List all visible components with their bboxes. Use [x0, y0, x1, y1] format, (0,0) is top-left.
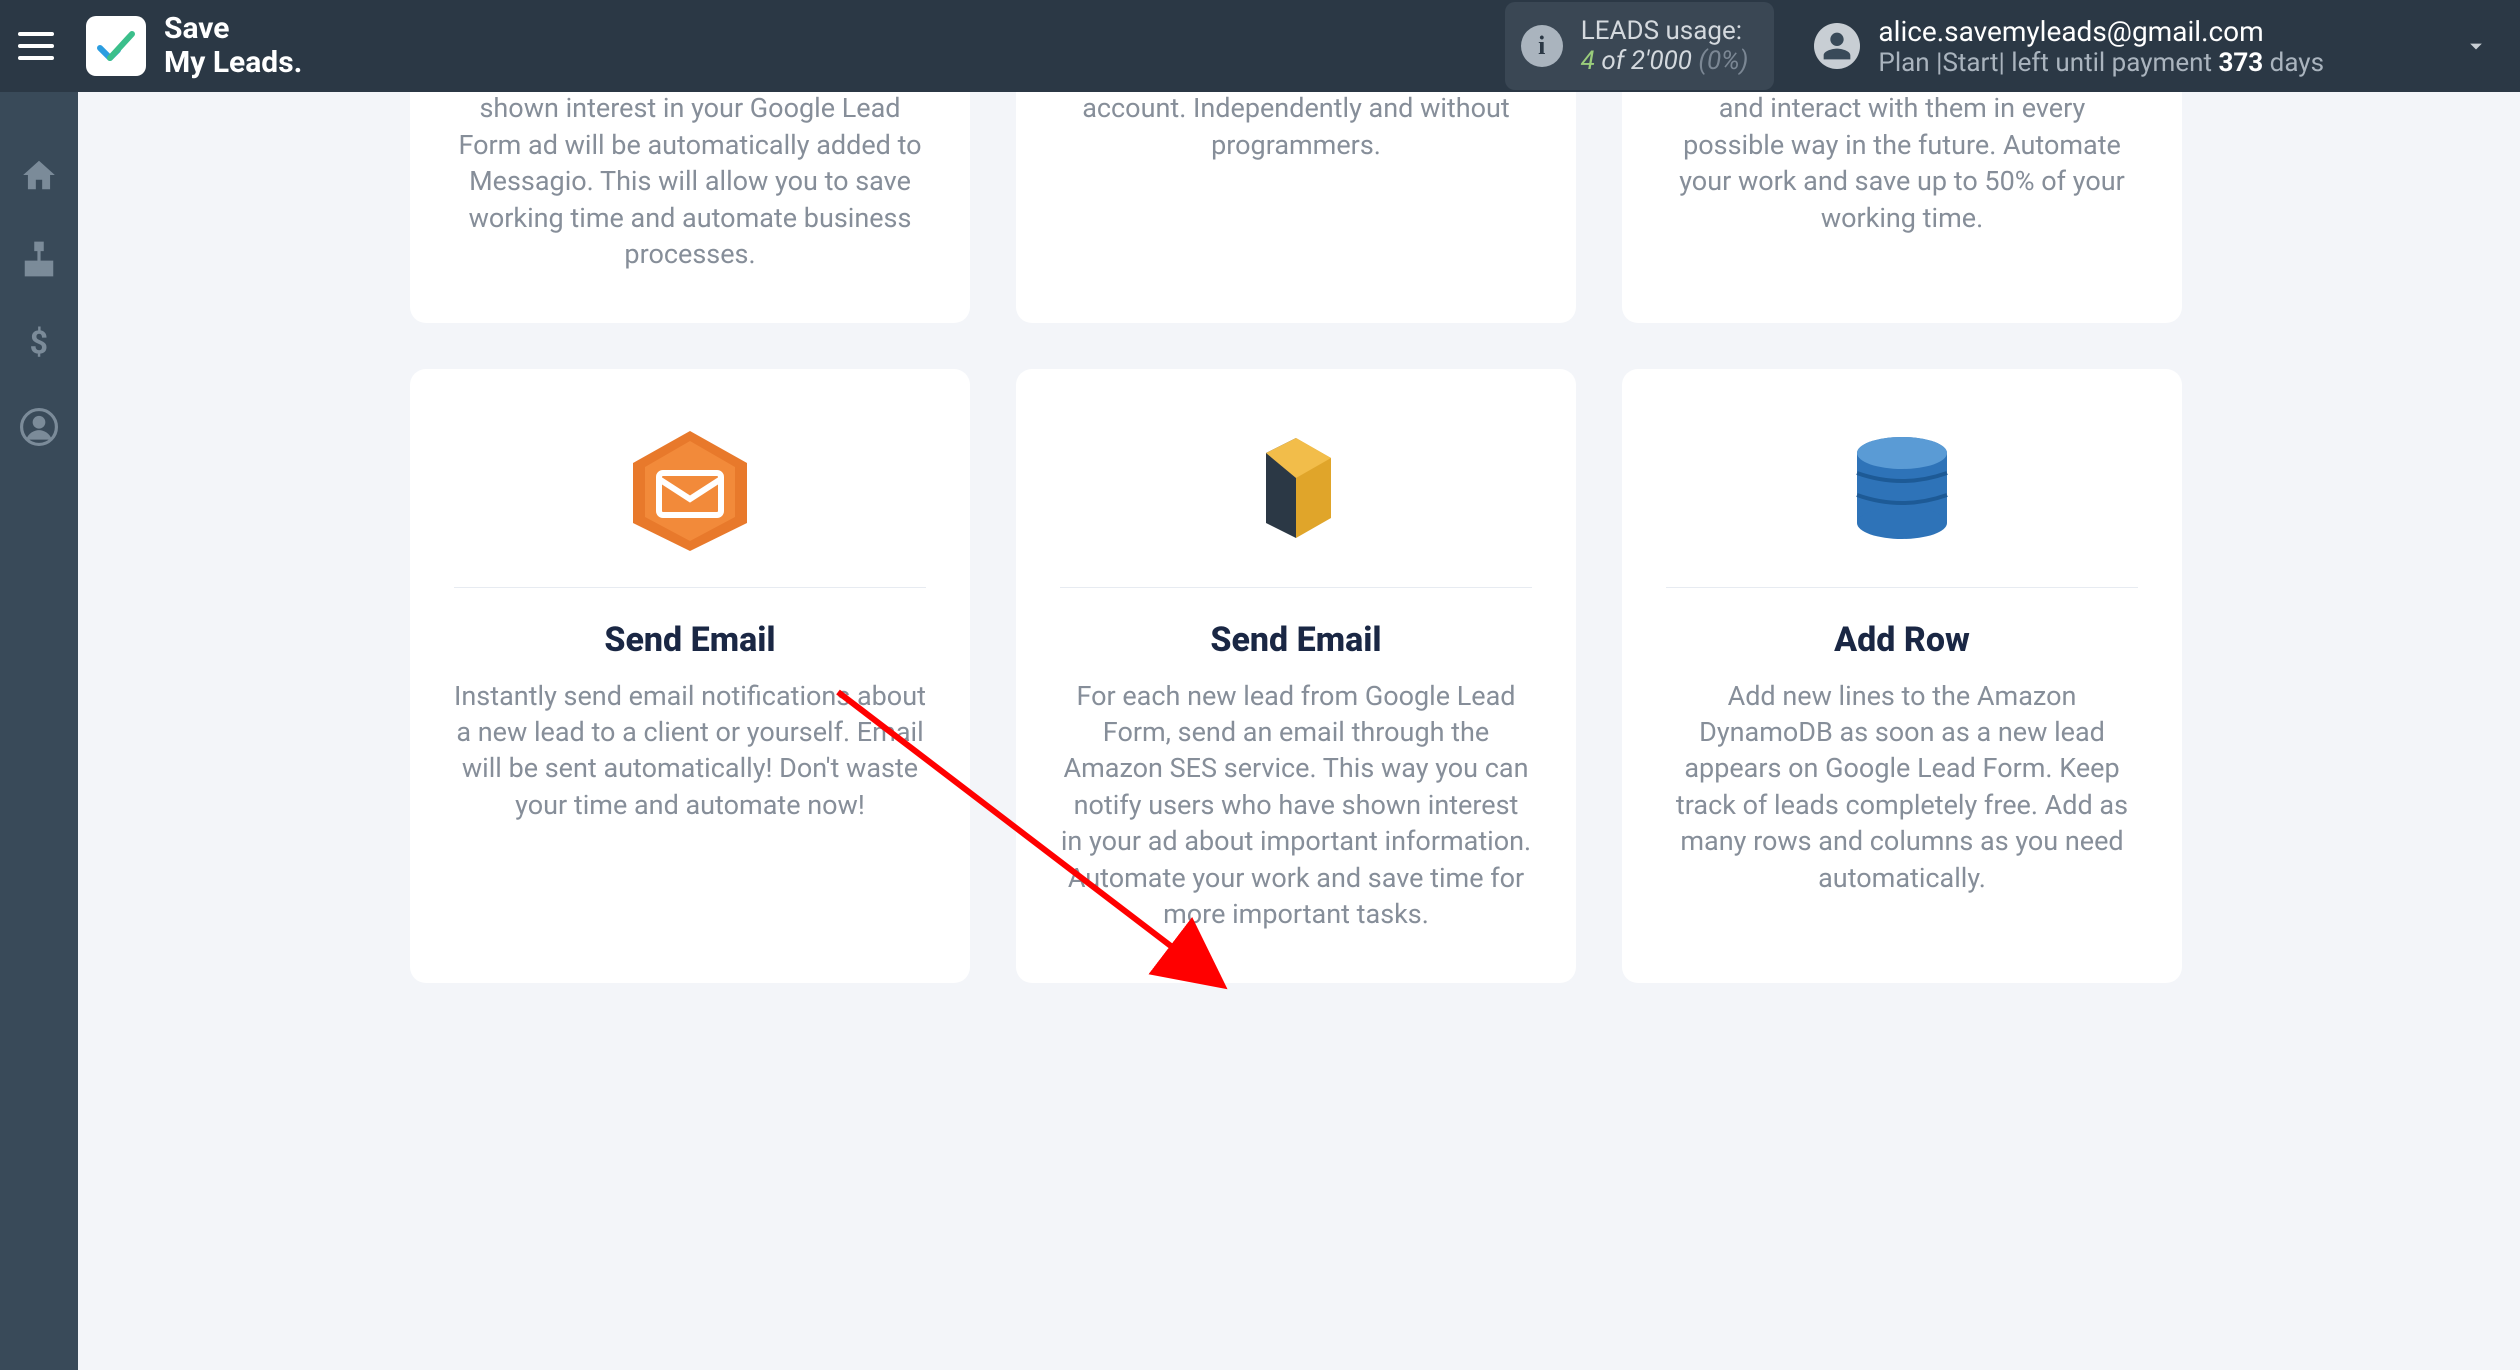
- topbar: Save My Leads. i LEADS usage: 4 of 2'000…: [0, 0, 2520, 92]
- sitemap-icon: [20, 240, 58, 278]
- nav-account[interactable]: [18, 406, 60, 448]
- svg-text:$: $: [30, 324, 48, 362]
- amazon-ses-icon: [1231, 413, 1361, 563]
- info-icon: i: [1521, 25, 1563, 67]
- user-text: alice.savemyleads@gmail.com Plan |Start|…: [1878, 15, 2324, 78]
- card-desc: You can create separate tasks in Simla f…: [1666, 92, 2138, 236]
- card-desc: Add new lines to the Amazon DynamoDB as …: [1666, 678, 2138, 897]
- main-content: Messaggio Add Contacts Create contacts i…: [78, 92, 2520, 1370]
- card-desc: Now you can instantly create new orders …: [1060, 92, 1532, 163]
- user-plan: Plan |Start| left until payment 373 days: [1878, 48, 2324, 78]
- check-icon: [96, 26, 136, 66]
- nav-home[interactable]: [18, 154, 60, 196]
- card-desc: Create contacts in Messagio based on new…: [454, 92, 926, 273]
- card-desc: Instantly send email notifications about…: [454, 678, 926, 824]
- leads-value: 4 of 2'000 (0%): [1581, 46, 1749, 76]
- integration-card-create-order[interactable]: Create Order Now you can instantly creat…: [1016, 92, 1576, 323]
- integration-card-send-email-ses[interactable]: Send Email For each new lead from Google…: [1016, 369, 1576, 983]
- card-title: Add Row: [1834, 620, 1970, 660]
- leads-usage-widget[interactable]: i LEADS usage: 4 of 2'000 (0%): [1505, 2, 1775, 90]
- integration-card-send-email-1[interactable]: Send Email Instantly send email notifica…: [410, 369, 970, 983]
- user-email: alice.savemyleads@gmail.com: [1878, 15, 2324, 48]
- brand-line2: My Leads.: [164, 46, 302, 81]
- card-title: Send Email: [604, 620, 775, 660]
- hamburger-menu[interactable]: [18, 23, 64, 69]
- dynamodb-icon: [1837, 413, 1967, 563]
- integration-card-create-task[interactable]: Create Task You can create separate task…: [1622, 92, 2182, 323]
- card-title: Send Email: [1210, 620, 1381, 660]
- nav-sitemap[interactable]: [18, 238, 60, 280]
- logo[interactable]: [86, 16, 146, 76]
- leads-label: LEADS usage:: [1581, 16, 1749, 46]
- user-menu[interactable]: alice.savemyleads@gmail.com Plan |Start|…: [1814, 15, 2490, 78]
- card-desc: For each new lead from Google Lead Form,…: [1060, 678, 1532, 933]
- brand-name: Save My Leads.: [164, 12, 302, 81]
- user-icon: [1821, 30, 1853, 62]
- integration-card-add-row[interactable]: Add Row Add new lines to the Amazon Dyna…: [1622, 369, 2182, 983]
- sidebar: $: [0, 92, 78, 1370]
- brand-line1: Save: [164, 12, 302, 47]
- dollar-icon: $: [23, 322, 55, 364]
- user-circle-icon: [20, 408, 58, 446]
- integration-card-add-contacts[interactable]: Messaggio Add Contacts Create contacts i…: [410, 92, 970, 323]
- email-icon: [625, 413, 755, 563]
- nav-billing[interactable]: $: [18, 322, 60, 364]
- home-icon: [20, 156, 58, 194]
- chevron-down-icon[interactable]: [2462, 32, 2490, 60]
- leads-text: LEADS usage: 4 of 2'000 (0%): [1581, 16, 1749, 76]
- avatar: [1814, 23, 1860, 69]
- card-grid: Messaggio Add Contacts Create contacts i…: [410, 92, 2182, 983]
